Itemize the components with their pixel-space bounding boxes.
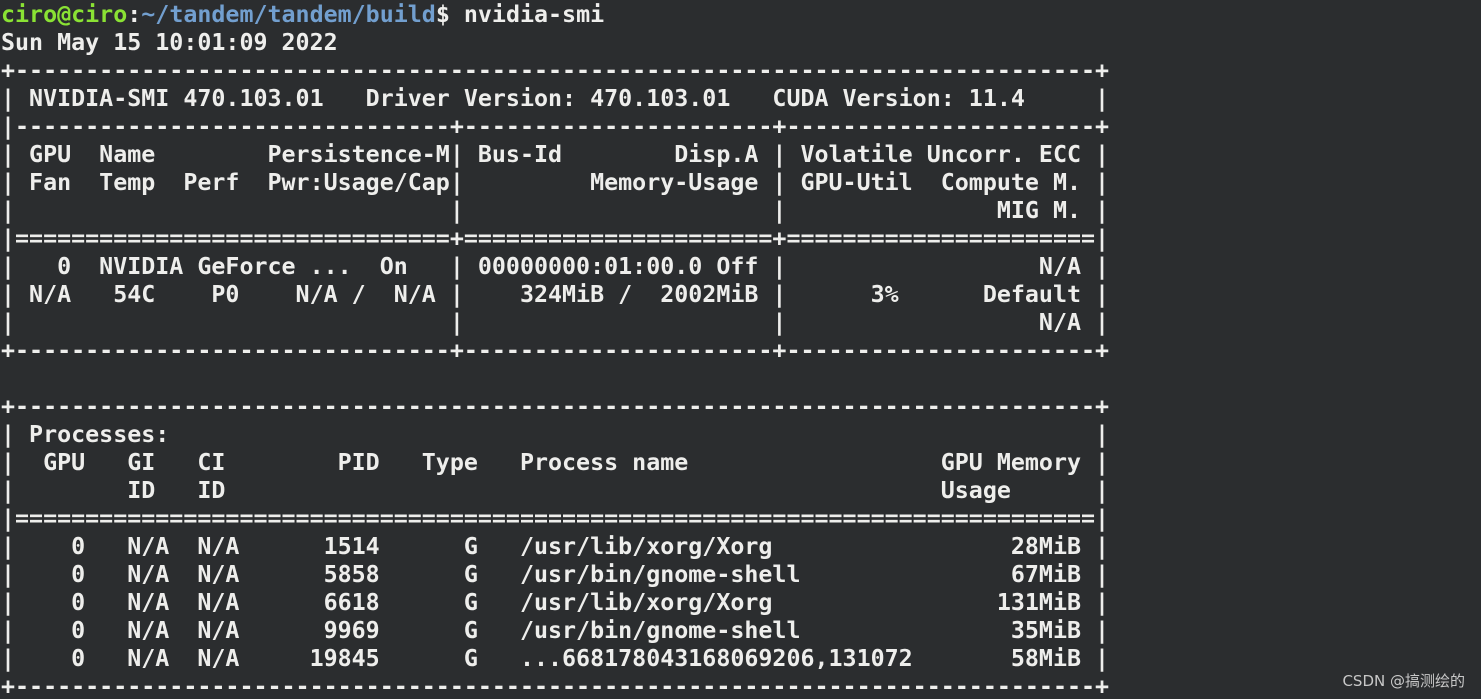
prompt-command: nvidia-smi xyxy=(449,1,605,28)
prompt-symbol: $ xyxy=(435,1,450,28)
process-row: | 0 N/A N/A 5858 G /usr/bin/gnome-shell … xyxy=(1,561,1110,588)
output-line-processes-title: | Processes: | xyxy=(1,421,1110,448)
output-line-gpu-table-bottom: +-------------------------------+-------… xyxy=(1,337,1110,364)
output-line-gpu-header-3: | | | MIG M. | xyxy=(1,197,1110,224)
output-line-blank xyxy=(0,365,1481,393)
process-row: | 0 N/A N/A 1514 G /usr/lib/xorg/Xorg 28… xyxy=(1,533,1110,560)
output-line-process-header-1: | GPU GI CI PID Type Process name GPU Me… xyxy=(1,449,1110,476)
shell-prompt-line: ciro@ciro:~/tandem/tandem/build$ nvidia-… xyxy=(0,1,1481,29)
output-line-table-top-border: +---------------------------------------… xyxy=(1,57,1110,84)
process-row: | 0 N/A N/A 6618 G /usr/lib/xorg/Xorg 13… xyxy=(1,589,1110,616)
output-line-process-header-2: | ID ID Usage | xyxy=(1,477,1110,504)
output-line-process-table-top: +---------------------------------------… xyxy=(1,393,1110,420)
output-line-gpu-header-2: | Fan Temp Perf Pwr:Usage/Cap| Memory-Us… xyxy=(1,169,1110,196)
output-line-process-header-rule: |=======================================… xyxy=(1,505,1110,532)
output-line-gpu-header-1: | GPU Name Persistence-M| Bus-Id Disp.A … xyxy=(1,141,1110,168)
terminal-window[interactable]: ciro@ciro:~/tandem/tandem/build$ nvidia-… xyxy=(0,0,1481,699)
process-row: | 0 N/A N/A 19845 G ...66817804316806920… xyxy=(1,645,1110,672)
prompt-user-host: ciro@ciro xyxy=(1,1,128,28)
output-line-gpu-row-1: | 0 NVIDIA GeForce ... On | 00000000:01:… xyxy=(1,253,1110,280)
output-line-table-separator: |-------------------------------+-------… xyxy=(1,113,1110,140)
prompt-separator: : xyxy=(127,1,142,28)
output-line-gpu-row-2: | N/A 54C P0 N/A / N/A | 324MiB / 2002Mi… xyxy=(1,281,1110,308)
process-row: | 0 N/A N/A 9969 G /usr/bin/gnome-shell … xyxy=(1,617,1110,644)
prompt-path: ~/tandem/tandem/build xyxy=(141,1,436,28)
output-line-date: Sun May 15 10:01:09 2022 xyxy=(1,29,338,56)
output-line-process-table-bottom: +---------------------------------------… xyxy=(1,673,1110,699)
csdn-watermark: CSDN @搞测绘的 xyxy=(1342,672,1465,690)
output-line-gpu-header-rule: |===============================+=======… xyxy=(1,225,1110,252)
output-line-gpu-row-3: | | | N/A | xyxy=(1,309,1110,336)
output-line-version-header: | NVIDIA-SMI 470.103.01 Driver Version: … xyxy=(1,85,1110,112)
